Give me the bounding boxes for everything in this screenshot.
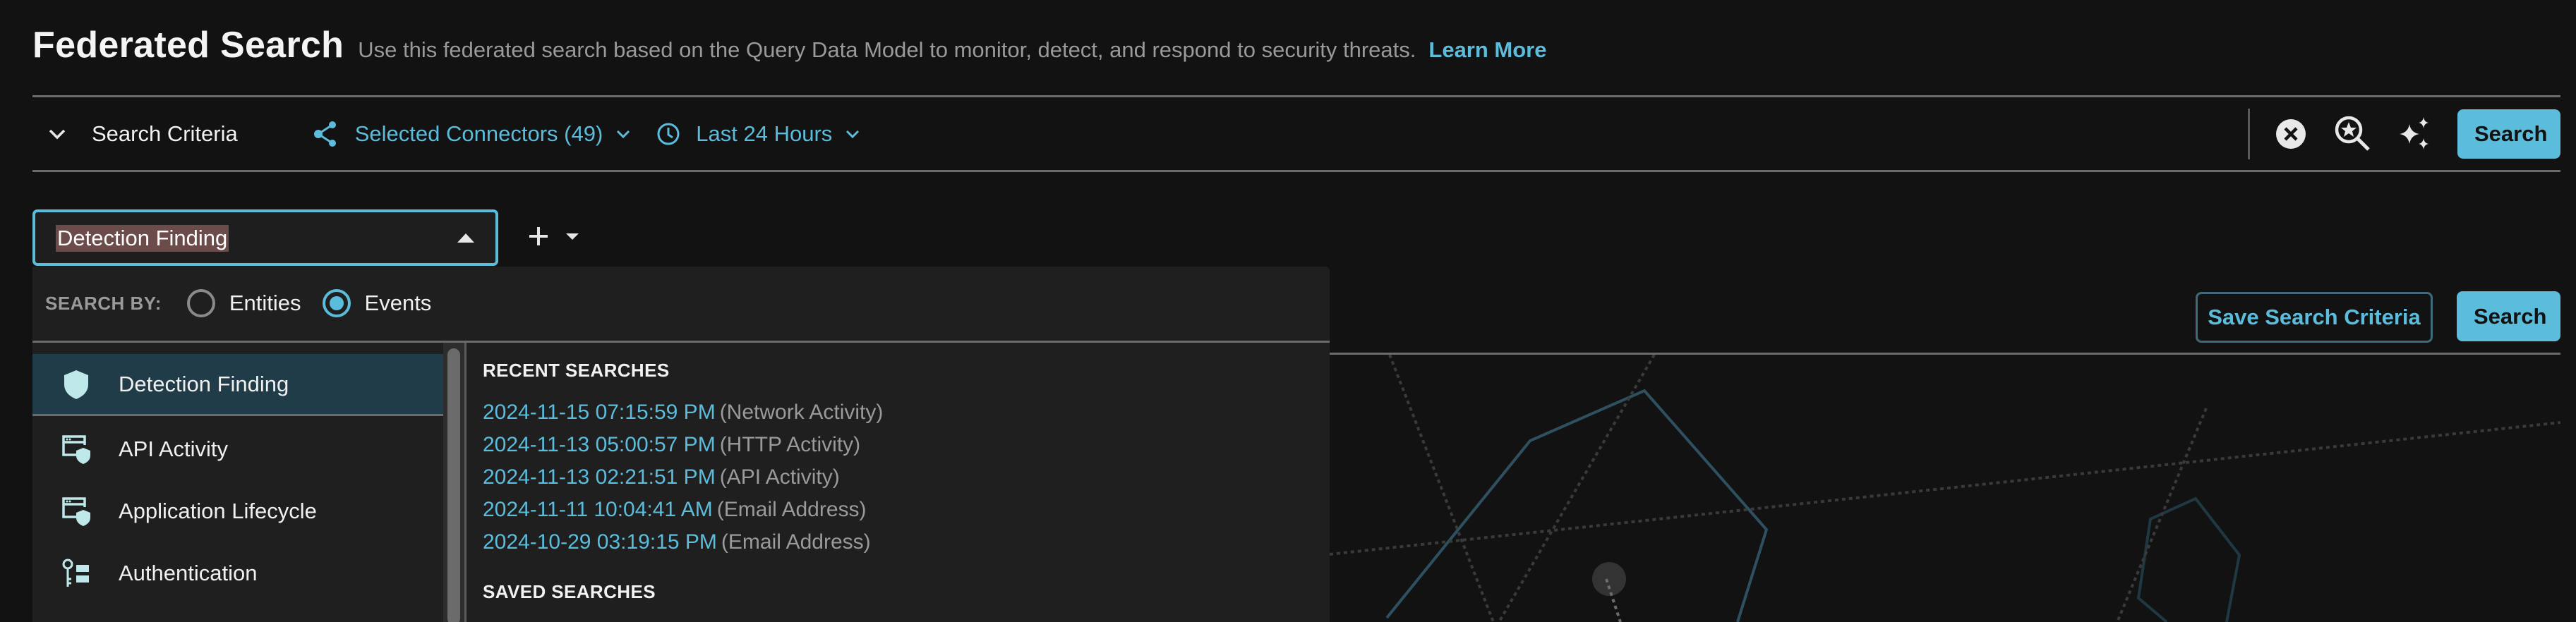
event-category-list: Detection Finding API Activity Applicati… (32, 343, 443, 622)
event-type-dropdown-panel: SEARCH BY: Entities Events Detection Fin… (32, 267, 1330, 622)
recent-searches-title: RECENT SEARCHES (483, 360, 670, 381)
recent-search-type: (Email Address) (721, 530, 871, 554)
background-network-graphic (1330, 355, 2560, 622)
time-range-label: Last 24 Hours (696, 121, 833, 146)
deco-dotted-line (2116, 408, 2208, 622)
radio-label: Events (364, 291, 432, 315)
search-criteria-toolbar: Search Criteria Selected Connectors (49)… (32, 97, 2560, 170)
page-title: Federated Search (32, 25, 344, 66)
category-list-scrollbar[interactable] (443, 343, 464, 622)
plus-icon (529, 227, 548, 245)
saved-searches-title: SAVED SEARCHES (483, 581, 656, 602)
app-window-shield-icon (61, 496, 92, 527)
deco-dotted-line (1498, 355, 1656, 622)
category-label: Application Lifecycle (119, 499, 317, 523)
shield-icon (61, 369, 92, 400)
app-window-shield-icon (61, 434, 92, 465)
recent-search-time: 2024-10-29 03:19:15 PM (483, 530, 717, 554)
save-search-criteria-button[interactable]: Save Search Criteria (2196, 292, 2433, 343)
search-criteria-label: Search Criteria (92, 121, 238, 146)
event-type-select-value[interactable]: Detection Finding (56, 225, 229, 252)
clear-circle-icon (2276, 118, 2306, 149)
deco-dotted-line (1330, 421, 2560, 556)
recent-search-item[interactable]: 2024-11-15 07:15:59 PM (Network Activity) (483, 401, 883, 425)
recent-search-type: (Network Activity) (719, 401, 884, 424)
deco-hexagon (1385, 389, 1769, 622)
column-divider (464, 343, 467, 622)
recent-search-type: (Email Address) (716, 498, 867, 521)
category-label: API Activity (119, 437, 229, 461)
page-header: Federated Search Use this federated sear… (32, 24, 1547, 68)
page-description: Use this federated search based on the Q… (358, 37, 1416, 62)
category-item-authentication[interactable]: Authentication (32, 542, 443, 604)
chevron-down-icon (617, 130, 630, 138)
selected-connectors-label: Selected Connectors (49) (354, 121, 603, 146)
radio-label: Entities (229, 291, 301, 315)
radio-entities[interactable]: Entities (186, 289, 301, 317)
chevron-down-icon (49, 129, 66, 139)
category-label: Detection Finding (119, 371, 289, 396)
recent-search-item[interactable]: 2024-10-29 03:19:15 PM (Email Address) (483, 530, 871, 554)
search-button[interactable]: Search (2457, 109, 2560, 159)
radio-button-unchecked[interactable] (186, 289, 215, 317)
radio-events[interactable]: Events (322, 289, 432, 317)
deco-hexagon (2136, 496, 2241, 622)
search-button-secondary[interactable]: Search (2457, 291, 2560, 341)
recent-search-item[interactable]: 2024-11-11 10:04:41 AM (Email Address) (483, 498, 867, 522)
search-star-icon (2335, 116, 2370, 151)
recent-search-item[interactable]: 2024-11-13 02:21:51 PM (API Activity) (483, 465, 840, 489)
saved-searches-button[interactable] (2333, 114, 2373, 154)
toolbar-actions: Search (2248, 97, 2560, 170)
toolbar-divider (2248, 108, 2250, 159)
category-label: Authentication (119, 561, 258, 585)
chevron-down-icon (846, 130, 860, 138)
caret-down-icon (566, 233, 579, 240)
radio-button-checked[interactable] (322, 289, 351, 317)
deco-node (1592, 562, 1626, 596)
recent-search-time: 2024-11-11 10:04:41 AM (483, 498, 713, 521)
recent-search-time: 2024-11-13 05:00:57 PM (483, 433, 716, 456)
learn-more-link[interactable]: Learn More (1428, 37, 1546, 63)
sparkles-icon (2400, 116, 2428, 150)
add-criteria-button[interactable] (529, 219, 579, 254)
ai-assist-button[interactable] (2395, 114, 2435, 154)
deco-dotted-line (1388, 355, 1495, 622)
recent-search-item[interactable]: 2024-11-13 05:00:57 PM (HTTP Activity) (483, 433, 860, 457)
category-item-api-activity[interactable]: API Activity (32, 418, 443, 480)
time-range-dropdown[interactable]: Last 24 Hours (656, 121, 860, 147)
search-by-group: SEARCH BY: Entities Events (45, 267, 431, 340)
category-item-detection-finding[interactable]: Detection Finding (32, 354, 443, 416)
share-nodes-icon (313, 121, 336, 147)
clear-button[interactable] (2271, 114, 2311, 154)
search-by-label: SEARCH BY: (45, 292, 162, 314)
clock-icon (657, 123, 680, 145)
divider (32, 170, 2560, 172)
recent-search-type: (API Activity) (719, 465, 840, 489)
recent-search-type: (HTTP Activity) (719, 433, 861, 456)
caret-up-icon (457, 233, 474, 243)
scrollbar-thumb[interactable] (447, 348, 460, 622)
category-item-application-lifecycle[interactable]: Application Lifecycle (32, 480, 443, 542)
key-list-icon (61, 558, 92, 589)
recent-search-time: 2024-11-15 07:15:59 PM (483, 401, 716, 424)
recent-search-time: 2024-11-13 02:21:51 PM (483, 465, 716, 489)
selected-connectors-dropdown[interactable]: Selected Connectors (49) (311, 120, 632, 148)
event-type-select[interactable]: Detection Finding (32, 209, 498, 266)
search-criteria-toggle[interactable]: Search Criteria (32, 121, 238, 147)
